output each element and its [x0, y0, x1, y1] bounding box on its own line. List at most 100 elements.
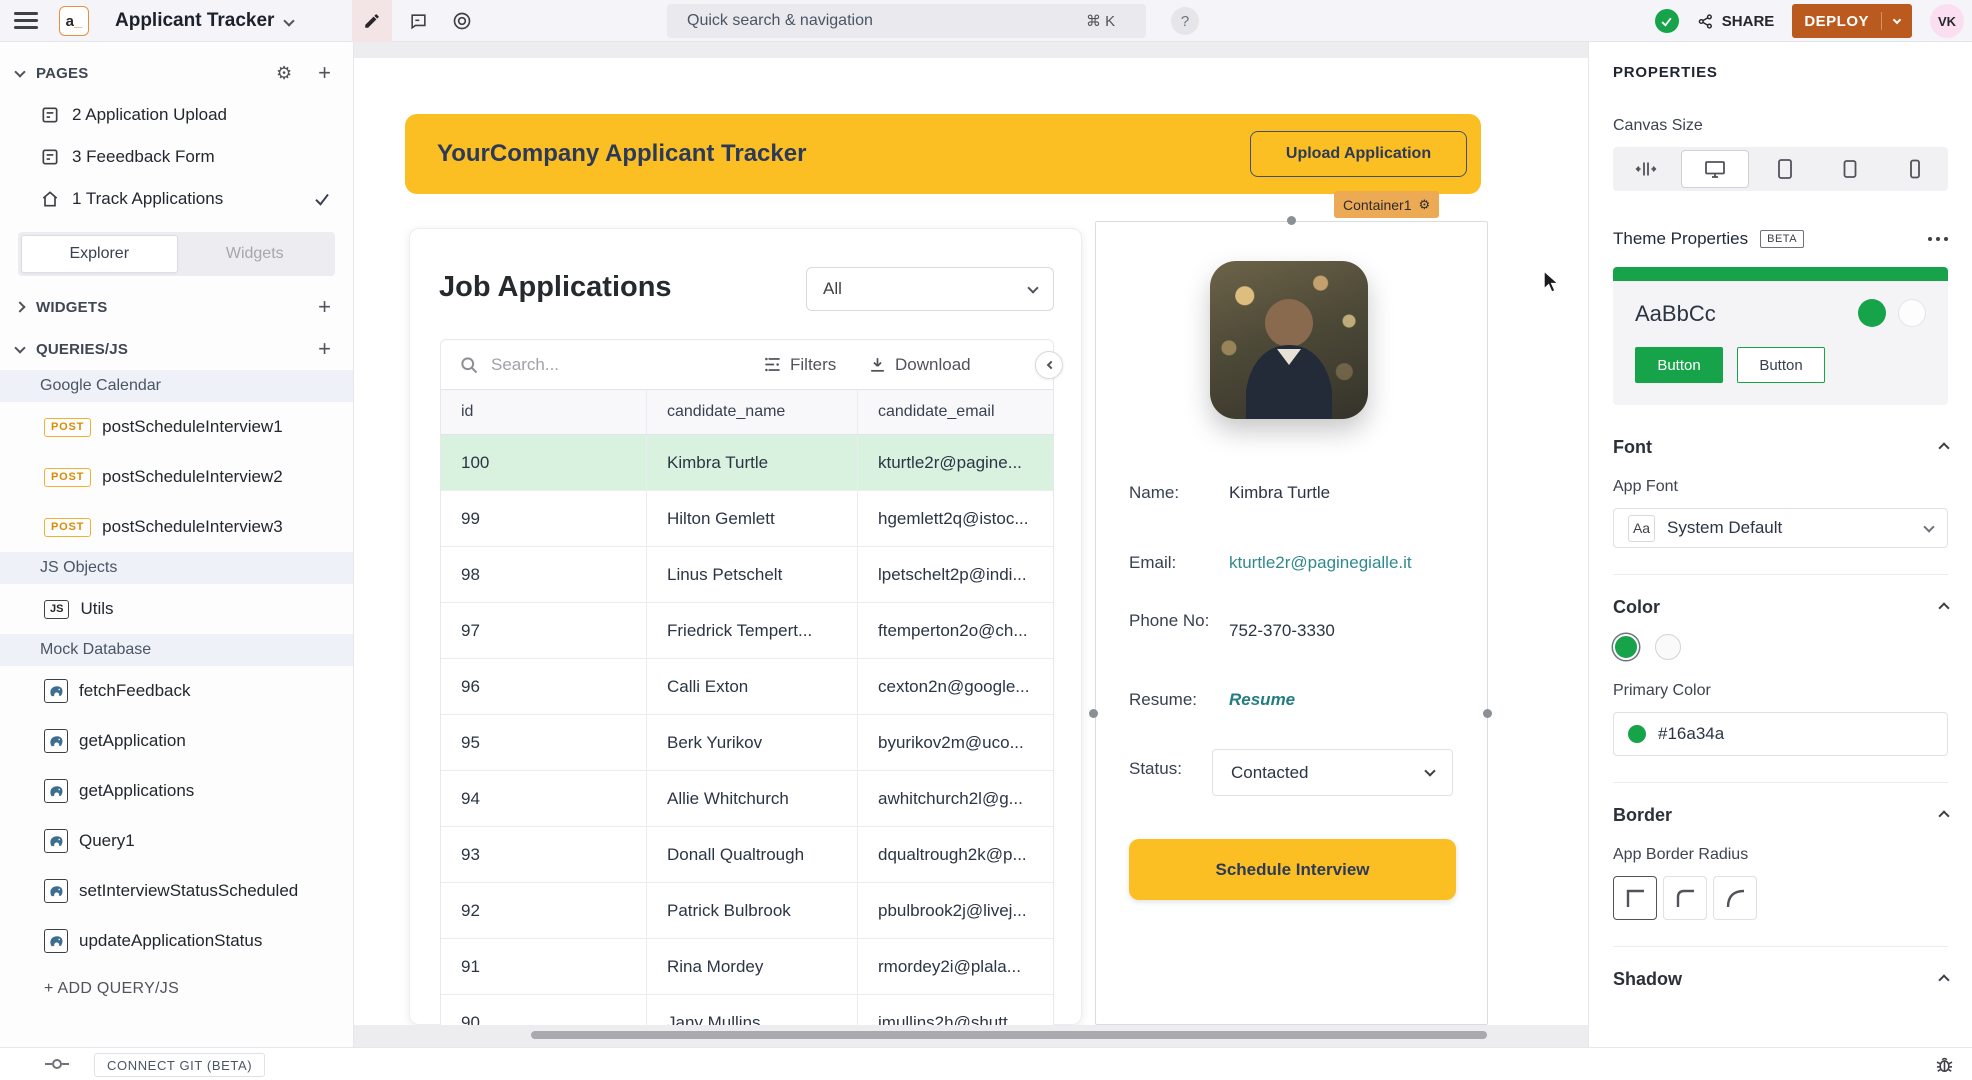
upload-application-button[interactable]: Upload Application	[1250, 131, 1467, 177]
canvas-size-fluid[interactable]	[1613, 150, 1678, 188]
sidebar-page-item[interactable]: 3 Feeedback Form	[0, 136, 353, 178]
pages-list: 2 Application Upload3 Feeedback Form 1 Tr…	[0, 94, 353, 220]
query-item[interactable]: fetchFeedback	[0, 666, 353, 716]
query-item[interactable]: setInterviewStatusScheduled	[0, 866, 353, 916]
left-sidebar: PAGES ⚙ + 2 Application Upload3 Feeedbac…	[0, 42, 354, 1047]
email-link[interactable]: kturtle2r@paginegialle.it	[1229, 550, 1412, 576]
table-row[interactable]: 90Jany Mullinsjmullins2h@shutt...	[441, 995, 1053, 1025]
font-preview-icon: Aa	[1628, 515, 1655, 542]
radius-large-option[interactable]	[1713, 876, 1757, 920]
background-color-swatch[interactable]	[1655, 634, 1681, 660]
canvas-size-tablet[interactable]	[1817, 150, 1882, 188]
app-font-select[interactable]: Aa System Default	[1613, 508, 1948, 548]
table-row[interactable]: 93Donall Qualtroughdqualtrough2k@p...	[441, 827, 1053, 883]
queries-section-header[interactable]: QUERIES/JS +	[0, 328, 353, 370]
sidebar-page-item[interactable]: 2 Application Upload	[0, 94, 353, 136]
table-cell: 93	[441, 827, 647, 882]
user-avatar[interactable]: VK	[1930, 4, 1964, 38]
app-name-menu[interactable]: Applicant Tracker	[115, 0, 293, 42]
query-item[interactable]: updateApplicationStatus	[0, 916, 353, 966]
resize-handle-right[interactable]	[1483, 709, 1492, 718]
add-widget-button[interactable]: +	[318, 296, 331, 318]
pencil-icon	[363, 12, 381, 30]
chevron-up-icon	[1938, 602, 1949, 613]
font-section-header[interactable]: Font	[1613, 437, 1948, 458]
status-filter-select[interactable]: All	[806, 267, 1054, 311]
shadow-section-header[interactable]: Shadow	[1613, 969, 1948, 990]
tab-widgets[interactable]: Widgets	[178, 235, 333, 273]
postgres-icon	[44, 729, 68, 753]
pages-section-header[interactable]: PAGES ⚙ +	[0, 52, 353, 94]
widgets-section-header[interactable]: WIDGETS +	[0, 286, 353, 328]
schedule-interview-button[interactable]: Schedule Interview	[1129, 839, 1456, 900]
query-item[interactable]: JSUtils	[0, 584, 353, 634]
table-search-input[interactable]	[491, 355, 671, 375]
widget-settings-gear-icon[interactable]: ⚙	[1419, 197, 1431, 213]
download-button[interactable]: Download	[868, 355, 971, 375]
query-item[interactable]: POSTpostScheduleInterview3	[0, 502, 353, 552]
primary-color-swatch[interactable]	[1613, 634, 1639, 660]
radius-medium-option[interactable]	[1663, 876, 1707, 920]
edit-mode-button[interactable]	[352, 0, 392, 42]
hamburger-menu-icon[interactable]	[14, 12, 38, 30]
add-query-js-button[interactable]: + ADD QUERY/JS	[0, 966, 353, 1012]
table-row[interactable]: 96Calli Extoncexton2n@google...	[441, 659, 1053, 715]
table-row[interactable]: 95Berk Yurikovbyurikov2m@uco...	[441, 715, 1053, 771]
query-label: postScheduleInterview2	[102, 467, 283, 487]
postgres-icon	[44, 779, 68, 803]
add-page-button[interactable]: +	[318, 62, 331, 84]
horizontal-scrollbar[interactable]	[531, 1031, 1487, 1039]
query-item[interactable]: getApplication	[0, 716, 353, 766]
connect-git-button[interactable]: CONNECT GIT (BETA)	[94, 1053, 265, 1077]
border-radius-label: App Border Radius	[1613, 846, 1948, 864]
table-row[interactable]: 91Rina Mordeyrmordey2i@plala...	[441, 939, 1053, 995]
table-row[interactable]: 98Linus Petscheltlpetschelt2p@indi...	[441, 547, 1053, 603]
resize-handle-top[interactable]	[1287, 216, 1296, 225]
page-label: 1 Track Applications	[72, 189, 223, 209]
table-row[interactable]: 94Allie Whitchurchawhitchurch2l@g...	[441, 771, 1053, 827]
help-button[interactable]: ?	[1171, 7, 1199, 35]
table-row[interactable]: 100Kimbra Turtlekturtle2r@pagine...	[441, 435, 1053, 491]
chevron-up-icon	[1938, 810, 1949, 821]
table-row[interactable]: 99Hilton Gemletthgemlett2q@istoc...	[441, 491, 1053, 547]
status-select[interactable]: Contacted	[1212, 749, 1453, 796]
comment-mode-button[interactable]	[398, 0, 438, 42]
query-item[interactable]: POSTpostScheduleInterview1	[0, 402, 353, 452]
deploy-button[interactable]: DEPLOY	[1792, 4, 1912, 38]
collapse-panel-button[interactable]	[1035, 351, 1063, 379]
radius-none-option[interactable]	[1613, 876, 1657, 920]
border-section-header[interactable]: Border	[1613, 805, 1948, 826]
table-row[interactable]: 97Friedrick Tempert...ftemperton2o@ch...	[441, 603, 1053, 659]
quick-search-input[interactable]	[667, 4, 1146, 38]
preview-mode-button[interactable]	[442, 0, 482, 42]
column-header[interactable]: id	[441, 390, 647, 434]
resume-link[interactable]: Resume	[1229, 687, 1295, 713]
theme-more-options-icon[interactable]	[1928, 237, 1948, 241]
query-item[interactable]: getApplications	[0, 766, 353, 816]
filters-button[interactable]: Filters	[763, 355, 836, 375]
app-logo-icon[interactable]: a_	[59, 6, 89, 36]
tab-explorer[interactable]: Explorer	[21, 235, 178, 273]
pages-settings-gear-icon[interactable]: ⚙	[276, 64, 292, 82]
query-label: setInterviewStatusScheduled	[79, 881, 298, 901]
canvas-size-tablet-large[interactable]	[1752, 150, 1817, 188]
query-item[interactable]: POSTpostScheduleInterview2	[0, 452, 353, 502]
add-query-plus-button[interactable]: +	[318, 338, 331, 360]
debug-bug-icon[interactable]	[1935, 1055, 1954, 1074]
postgres-icon	[44, 879, 68, 903]
color-section-header[interactable]: Color	[1613, 597, 1948, 618]
candidate-detail-container[interactable]: Name: Kimbra Turtle Email: kturtle2r@pag…	[1095, 221, 1488, 1025]
column-header[interactable]: candidate_email	[858, 390, 1054, 434]
comment-icon	[409, 12, 428, 31]
selected-widget-label[interactable]: Container1 ⚙	[1334, 191, 1439, 218]
share-button[interactable]: SHARE	[1697, 13, 1775, 30]
theme-preview-card[interactable]: AaBbCc Button Button	[1613, 267, 1948, 405]
query-item[interactable]: Query1	[0, 816, 353, 866]
resize-handle-left[interactable]	[1089, 709, 1098, 718]
canvas-size-desktop[interactable]	[1681, 150, 1748, 188]
sidebar-page-item[interactable]: 1 Track Applications	[0, 178, 353, 220]
column-header[interactable]: candidate_name	[647, 390, 858, 434]
table-row[interactable]: 92Patrick Bulbrookpbulbrook2j@livej...	[441, 883, 1053, 939]
primary-color-input[interactable]: #16a34a	[1613, 712, 1948, 756]
canvas-size-phone[interactable]	[1883, 150, 1948, 188]
